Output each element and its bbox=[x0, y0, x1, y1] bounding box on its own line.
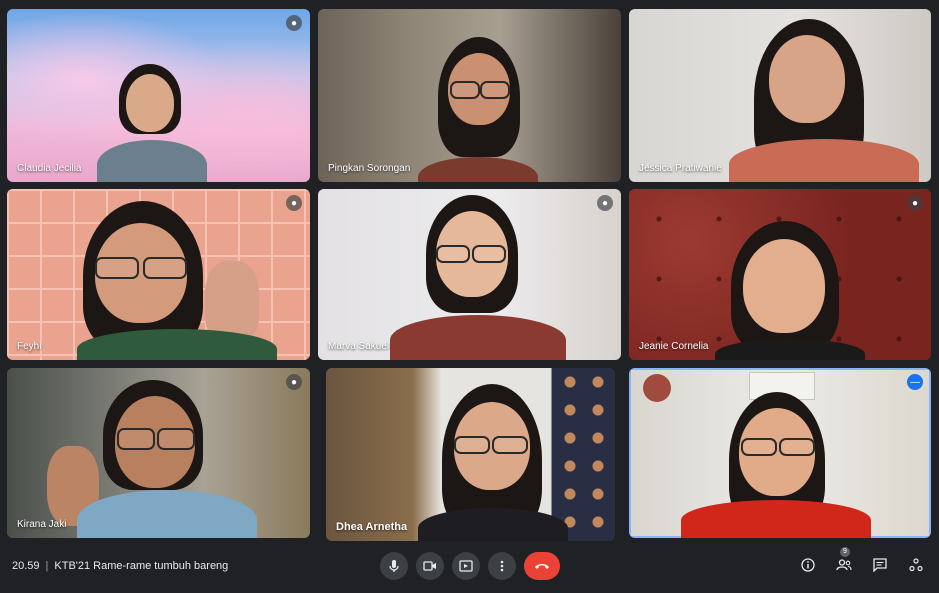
participant-tile[interactable]: ● Claudia Jecilia bbox=[7, 9, 310, 182]
mic-icon: ● bbox=[907, 195, 923, 211]
participant-name: Pingkan Sorongan bbox=[328, 163, 411, 174]
wall-clock bbox=[643, 374, 671, 402]
meeting-info: 20.59 | KTB'21 Rame-rame tumbuh bareng bbox=[12, 560, 228, 572]
present-screen-icon bbox=[459, 560, 473, 572]
chat-icon bbox=[873, 558, 887, 572]
side-controls: 9 bbox=[799, 547, 925, 574]
mic-icon: ● bbox=[286, 195, 302, 211]
people-button[interactable]: 9 bbox=[835, 547, 853, 574]
participant-name: Marva Sakuel bbox=[328, 341, 390, 352]
meeting-title: KTB'21 Rame-rame tumbuh bareng bbox=[54, 560, 229, 572]
participant-tile[interactable]: ● Jeanie Cornelia bbox=[629, 189, 931, 360]
end-call-button[interactable] bbox=[524, 552, 560, 580]
microphone-button[interactable] bbox=[380, 552, 408, 580]
meeting-details-button[interactable] bbox=[799, 556, 817, 574]
participant-video bbox=[715, 221, 865, 360]
people-icon bbox=[836, 559, 852, 571]
mic-icon: ● bbox=[286, 374, 302, 390]
participant-video bbox=[37, 380, 257, 538]
more-vert-icon bbox=[500, 560, 504, 572]
participant-count-badge: 9 bbox=[840, 547, 850, 557]
activities-button[interactable] bbox=[907, 556, 925, 574]
participant-tile[interactable]: ● Feyhi bbox=[7, 189, 310, 360]
mic-icon: ● bbox=[597, 195, 613, 211]
more-options-button[interactable] bbox=[488, 552, 516, 580]
chat-button[interactable] bbox=[871, 556, 889, 574]
meeting-time: 20.59 bbox=[12, 560, 40, 572]
participant-name: Jessica Pratiwanie bbox=[639, 163, 722, 174]
present-screen-button[interactable] bbox=[452, 552, 480, 580]
participant-tile[interactable]: ● Kirana Jaki bbox=[7, 368, 310, 538]
participant-video bbox=[390, 195, 566, 360]
call-controls bbox=[380, 552, 560, 580]
participant-video bbox=[681, 392, 871, 538]
participant-tile-active[interactable]: — bbox=[629, 368, 931, 538]
participant-tile[interactable]: Pingkan Sorongan bbox=[318, 9, 621, 182]
mic-icon: ● bbox=[286, 15, 302, 31]
participant-video bbox=[77, 201, 277, 360]
camera-icon bbox=[423, 561, 436, 571]
info-icon bbox=[801, 558, 815, 572]
participant-name: Claudia Jecilia bbox=[17, 163, 82, 174]
camera-button[interactable] bbox=[416, 552, 444, 580]
more-options-icon[interactable]: — bbox=[907, 374, 923, 390]
participant-tile[interactable]: Jessica Pratiwanie bbox=[629, 9, 931, 182]
participant-name: Feyhi bbox=[17, 341, 42, 352]
participant-video bbox=[97, 64, 207, 182]
activities-icon bbox=[909, 558, 923, 572]
participant-grid: ● Claudia Jecilia Pingkan Sorongan Jessi… bbox=[0, 0, 939, 545]
participant-name: Dhea Arnetha bbox=[336, 521, 408, 533]
meeting-controls-bar: 20.59 | KTB'21 Rame-rame tumbuh bareng 9 bbox=[0, 545, 939, 593]
participant-video bbox=[418, 384, 568, 541]
separator: | bbox=[45, 560, 49, 572]
participant-name: Jeanie Cornelia bbox=[639, 341, 709, 352]
microphone-icon bbox=[389, 560, 399, 572]
participant-tile[interactable]: Dhea Arnetha bbox=[326, 368, 615, 541]
participant-name: Kirana Jaki bbox=[17, 519, 67, 530]
phone-hangup-icon bbox=[535, 564, 549, 569]
hand-gesture bbox=[205, 261, 259, 341]
participant-video bbox=[719, 19, 919, 182]
participant-tile[interactable]: ● Marva Sakuel bbox=[318, 189, 621, 360]
participant-video bbox=[418, 37, 538, 182]
